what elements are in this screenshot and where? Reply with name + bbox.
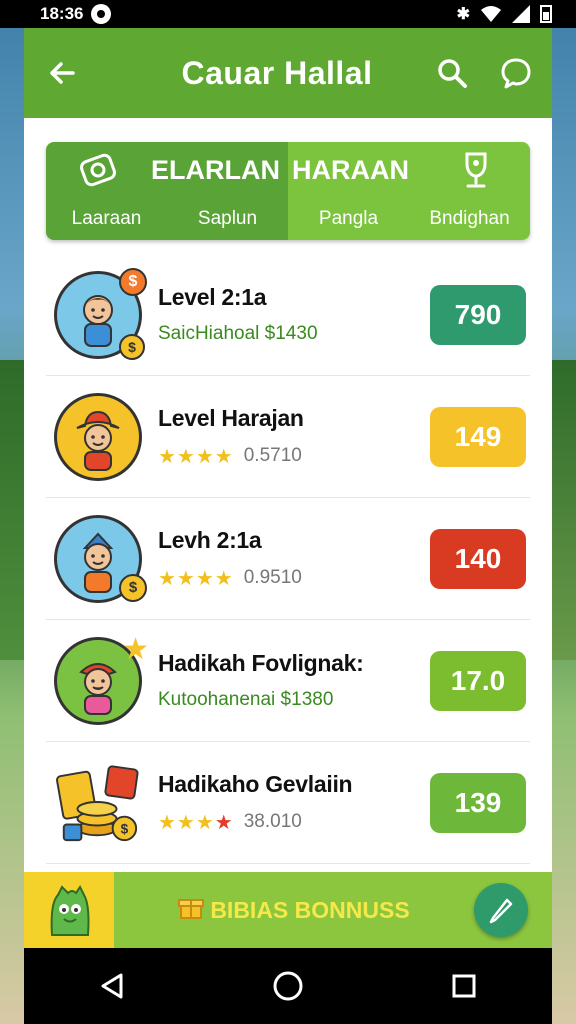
tab-saplun[interactable]: Saplun xyxy=(167,208,288,230)
coins-wallet-icon: $ xyxy=(54,758,142,847)
tab-bndighan[interactable]: Bndighan xyxy=(409,208,530,230)
boy-coins-avatar: $ xyxy=(54,514,147,603)
bonus-label: BIBIAS BONNUSS xyxy=(210,896,410,923)
chat-icon[interactable] xyxy=(498,55,534,91)
tab-laaraan[interactable]: Laaraan xyxy=(46,208,167,230)
list-item[interactable]: $ $ Level 2:1a SaicHiahoal $1430 790 xyxy=(46,254,530,376)
star-icon: ★ xyxy=(122,632,149,666)
battery-icon xyxy=(540,5,552,23)
mascot-icon xyxy=(24,872,114,948)
status-time: 18:36 xyxy=(40,4,84,23)
gift-icon xyxy=(178,894,205,926)
item-rating: 0.5710 xyxy=(243,445,302,466)
score-badge[interactable]: 139 xyxy=(430,772,526,833)
app-bar: Cauar Hallal xyxy=(24,28,552,118)
item-subtitle: SaicHiahoal $1430 xyxy=(158,323,318,344)
tab-left[interactable]: ELARLAN Laaraan Saplun xyxy=(46,142,288,240)
signal-icon xyxy=(512,5,530,23)
edit-fab-button[interactable] xyxy=(474,883,528,937)
item-title: Level Harajan xyxy=(158,404,304,431)
rating-stars: ★★★★ xyxy=(158,445,234,468)
girl-waving-avatar: ★ xyxy=(54,633,149,725)
search-icon[interactable] xyxy=(434,55,470,91)
level-list: $ $ Level 2:1a SaicHiahoal $1430 790 Lev… xyxy=(24,254,552,864)
notification-icon xyxy=(91,4,112,24)
item-rating: 38.010 xyxy=(243,811,302,832)
bluetooth-icon: ✱ xyxy=(456,6,470,23)
nav-back-icon[interactable] xyxy=(87,961,137,1011)
item-title: Level 2:1a xyxy=(158,284,267,310)
pencil-icon xyxy=(489,898,513,924)
tab-pangla[interactable]: Pangla xyxy=(288,208,409,230)
status-bar: 18:36 ✱ xyxy=(0,0,576,28)
gift-ticket-icon xyxy=(68,150,128,190)
wifi-icon xyxy=(481,6,501,22)
trophy-icon xyxy=(446,150,506,190)
score-badge[interactable]: 140 xyxy=(430,528,526,589)
list-item[interactable]: ★ Hadikah Fovlignak: Kutoohanenai $1380 … xyxy=(46,620,530,742)
svg-text:$: $ xyxy=(121,821,129,836)
item-rating: 0.9510 xyxy=(243,567,302,588)
tab-left-title: ELARLAN xyxy=(151,154,280,185)
score-badge[interactable]: 149 xyxy=(430,406,526,467)
tab-right-title: HARAAN xyxy=(292,154,409,185)
item-title: Hadikah Fovlignak: xyxy=(158,650,364,676)
boy-waving-avatar: $ $ xyxy=(54,267,147,360)
nav-home-icon[interactable] xyxy=(263,961,313,1011)
coin-icon: $ xyxy=(119,573,147,602)
rating-stars: ★★★★ xyxy=(158,567,234,590)
list-item[interactable]: $ Levh 2:1a ★★★★ 0.9510 140 xyxy=(46,498,530,620)
item-title: Hadikaho Gevlaiin xyxy=(158,770,353,797)
category-tabs: ELARLAN Laaraan Saplun HARAAN Pangla Bnd… xyxy=(46,142,530,240)
nav-recents-icon[interactable] xyxy=(439,961,489,1011)
score-badge[interactable]: 790 xyxy=(430,284,526,345)
tab-right[interactable]: HARAAN Pangla Bndighan xyxy=(288,142,530,240)
list-item[interactable]: Level Harajan ★★★★ 0.5710 149 xyxy=(46,376,530,498)
page-title: Cauar Hallal xyxy=(181,54,373,91)
back-arrow-icon[interactable] xyxy=(44,55,80,91)
cowboy-boy-avatar xyxy=(54,392,142,481)
rating-stars: ★★★★ xyxy=(158,811,234,834)
list-item[interactable]: $ Hadikaho Gevlaiin ★★★★ 38.010 139 xyxy=(46,742,530,864)
background-scenery-right xyxy=(552,360,576,660)
item-subtitle: Kutoohanenai $1380 xyxy=(158,689,334,710)
app-window: Cauar Hallal ELARLAN Laaraan Saplun HARA… xyxy=(24,28,552,948)
item-title: Levh 2:1a xyxy=(158,526,262,553)
score-badge[interactable]: 17.0 xyxy=(430,650,526,711)
background-scenery-left xyxy=(0,360,26,660)
system-nav-bar xyxy=(24,948,552,1024)
bonus-bar[interactable]: BIBIAS BONNUSS xyxy=(24,872,552,948)
coin-badge-icon: $ xyxy=(119,267,147,296)
coin-icon: $ xyxy=(119,333,145,360)
